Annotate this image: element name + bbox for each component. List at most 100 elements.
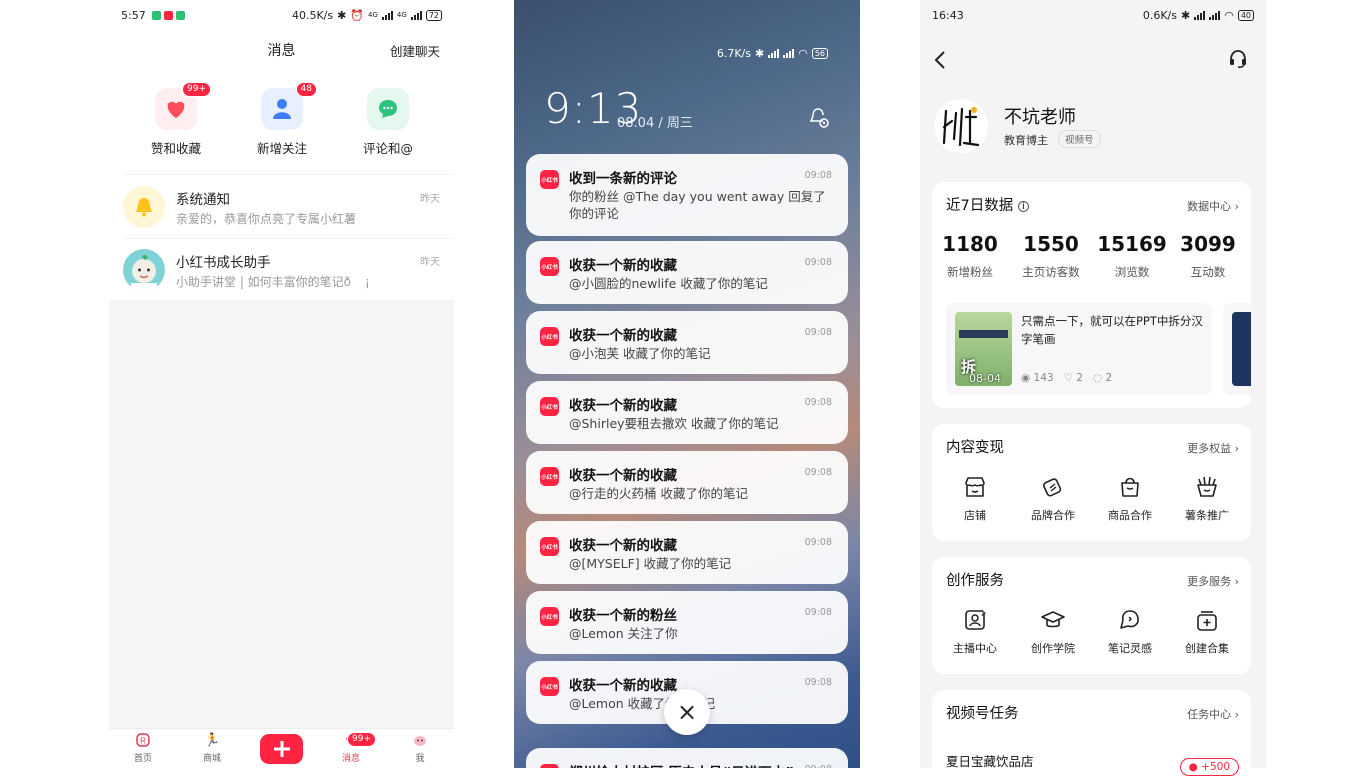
- note-card-next[interactable]: [1223, 303, 1251, 395]
- service-inspiration[interactable]: 笔记灵感: [1092, 607, 1168, 656]
- notification-time: 09:08: [804, 170, 832, 181]
- data-center-link[interactable]: 数据中心 ›: [1187, 198, 1239, 214]
- service-promote[interactable]: 薯条推广: [1169, 474, 1245, 523]
- fries-icon: [1194, 474, 1220, 500]
- nav-me[interactable]: 我: [400, 733, 440, 764]
- service-anchor-center[interactable]: 主播中心: [937, 607, 1013, 656]
- more-benefits-link[interactable]: 更多权益 ›: [1187, 440, 1239, 456]
- task-center-link[interactable]: 任务中心 ›: [1187, 706, 1239, 722]
- stat-interactions[interactable]: 3099 互动数: [1170, 232, 1246, 280]
- network-label-2: 4G: [396, 11, 407, 19]
- signal-icon-2: [783, 49, 795, 58]
- heart-icon: [167, 101, 185, 119]
- category-likes-collects[interactable]: 99+ 赞和收藏: [131, 82, 221, 157]
- status-bar: 5:57 40.5K/s ✱ ⏰ 4G 4G 72: [109, 0, 454, 30]
- task-reward[interactable]: ● +500: [1179, 758, 1239, 776]
- notification-time: 09:08: [804, 467, 832, 478]
- follows-badge: 48: [295, 82, 317, 97]
- app-logo-icon: 小红书: [540, 257, 559, 276]
- signal-icon: [768, 49, 780, 58]
- service-shop[interactable]: 店铺: [937, 474, 1013, 523]
- calligraphy-avatar-icon: [942, 107, 980, 147]
- info-icon[interactable]: i: [1017, 200, 1029, 212]
- stat-new-fans[interactable]: 1180 新增粉丝: [932, 232, 1008, 280]
- anchor-icon: [962, 607, 988, 633]
- notification-title: 收获一个新的收藏: [569, 398, 677, 414]
- notification-card[interactable]: 小红书 收获一个新的收藏 @Shirley要租去撒欢 收藏了你的笔记 09:08: [526, 381, 848, 444]
- create-services-card: 创作服务 更多服务 › 主播中心 创作学院 笔记灵感 创建合集: [932, 557, 1251, 674]
- headset-icon: [1230, 50, 1246, 68]
- status-bar: 16:43 0.6K/s ✱ ◠ 40: [920, 0, 1266, 30]
- customer-service-button[interactable]: [1228, 49, 1248, 73]
- snippet-extra: ¡: [365, 275, 370, 289]
- app-logo-icon: 小红书: [540, 677, 559, 696]
- app-logo-icon: 小红书: [540, 397, 559, 416]
- nav-messages[interactable]: ❀ 消息 99+: [331, 732, 376, 764]
- note-thumbnail: 拆 08-04: [955, 312, 1012, 386]
- me-icon: [412, 733, 428, 749]
- service-academy[interactable]: 创作学院: [1015, 607, 1091, 656]
- signal-icon-2: [1209, 10, 1221, 20]
- status-bar: 6.7K/s ✱ ◠ 56: [717, 47, 828, 60]
- service-goods[interactable]: 商品合作: [1092, 474, 1168, 523]
- notification-card[interactable]: 小红书 郑州检木村护区 历史小号“日进下山” 09:08: [526, 748, 848, 768]
- battery-icon: 72: [425, 9, 442, 21]
- section-title: 视频号任务: [946, 706, 1019, 722]
- notification-card[interactable]: 小红书 收获一个新的收藏 @[MYSELF] 收藏了你的笔记 09:08: [526, 521, 848, 584]
- battery-icon: 40: [1237, 9, 1254, 21]
- notification-card[interactable]: 小红书 收获一个新的收藏 @行走的火药桶 收藏了你的笔记 09:08: [526, 451, 848, 514]
- note-title: 只需点一下，就可以在PPT中拆分汉字笔画: [1021, 314, 1203, 346]
- stat-views[interactable]: 15169 浏览数: [1094, 232, 1170, 280]
- service-create-collection[interactable]: 创建合集: [1169, 607, 1245, 656]
- nav-label: 我: [415, 754, 425, 764]
- profile-badge: 视频号: [1058, 130, 1101, 148]
- chevron-left-icon: [934, 51, 945, 69]
- lockscreen-notifications: 6.7K/s ✱ ◠ 56 9:13 08.04 / 周三 小红书 收到一条新的评…: [514, 0, 860, 768]
- bluetooth-icon: ✱: [754, 47, 765, 60]
- stat-visitors[interactable]: 1550 主页访客数: [1013, 232, 1089, 280]
- message-date: 昨天: [420, 257, 440, 268]
- assistant-avatar-icon: [131, 254, 157, 291]
- notification-card[interactable]: 小红书 收获一个新的收藏 @小圆脸的newlife 收藏了你的笔记 09:08: [526, 241, 848, 304]
- back-button[interactable]: [934, 51, 946, 73]
- avatar[interactable]: [934, 99, 988, 153]
- profile-tag: 教育博主: [1004, 134, 1048, 147]
- post-button[interactable]: [260, 734, 303, 764]
- category-comments-mentions[interactable]: 评论和@: [343, 88, 433, 157]
- plus-icon: [273, 741, 290, 757]
- note-thumbnail: [1232, 312, 1251, 386]
- category-label: 新增关注: [256, 141, 307, 156]
- bell-icon: [136, 198, 152, 217]
- create-chat-button[interactable]: 创建聊天: [390, 41, 440, 60]
- notification-card[interactable]: 小红书 收获一个新的粉丝 @Lemon 关注了你 09:08: [526, 591, 848, 654]
- category-label: 评论和@: [362, 141, 413, 156]
- likes-badge: 99+: [182, 82, 211, 97]
- nav-mall[interactable]: 🏃 商城: [192, 733, 232, 764]
- brand-icon: [1040, 474, 1066, 500]
- list-item[interactable]: 系统通知 亲爱的，恭喜你点亮了专属小红薯 昨天: [109, 176, 454, 238]
- service-brand[interactable]: 品牌合作: [1015, 474, 1091, 523]
- list-item[interactable]: 小红书成长助手 小助手讲堂 | 如何丰富你的笔记ð ¡ 昨天: [109, 239, 454, 301]
- wifi-icon: ◠: [1224, 8, 1234, 22]
- profile-name: 不坑老师: [1004, 107, 1076, 128]
- mall-icon: 🏃: [204, 733, 221, 748]
- clear-notifications-button[interactable]: ×: [664, 689, 710, 735]
- app-logo-icon: 小红书: [540, 607, 559, 626]
- nav-home[interactable]: R 首页: [123, 733, 163, 764]
- signal-icon-2: [410, 10, 422, 20]
- notification-card[interactable]: 小红书 收到一条新的评论 你的粉丝 @The day you went away 回…: [526, 154, 848, 236]
- video-tasks-card: 视频号任务 任务中心 › 夏日宝藏饮品店 ● +500: [932, 690, 1251, 780]
- app-logo-icon: 小红书: [540, 327, 559, 346]
- lock-date: 08.04 / 周三: [617, 116, 693, 131]
- note-card[interactable]: 拆 08-04 只需点一下，就可以在PPT中拆分汉字笔画 ◉ 143 ♡ 2 ◌…: [946, 303, 1212, 395]
- notification-text: @[MYSELF] 收藏了你的笔记: [569, 556, 732, 571]
- notification-card[interactable]: 小红书 收获一个新的收藏 @小泡芙 收藏了你的笔记 09:08: [526, 311, 848, 374]
- category-new-follows[interactable]: 48 新增关注: [237, 82, 327, 157]
- notification-title: 收获一个新的粉丝: [569, 608, 677, 624]
- message-snippet: 亲爱的，恭喜你点亮了专属小红薯: [176, 212, 357, 226]
- notification-text: @Lemon 关注了你: [569, 626, 678, 641]
- notification-settings-icon[interactable]: [808, 107, 830, 133]
- notification-text: @小泡芙 收藏了你的笔记: [569, 346, 711, 361]
- more-services-link[interactable]: 更多服务 ›: [1187, 573, 1239, 589]
- notification-time: 09:08: [804, 677, 832, 688]
